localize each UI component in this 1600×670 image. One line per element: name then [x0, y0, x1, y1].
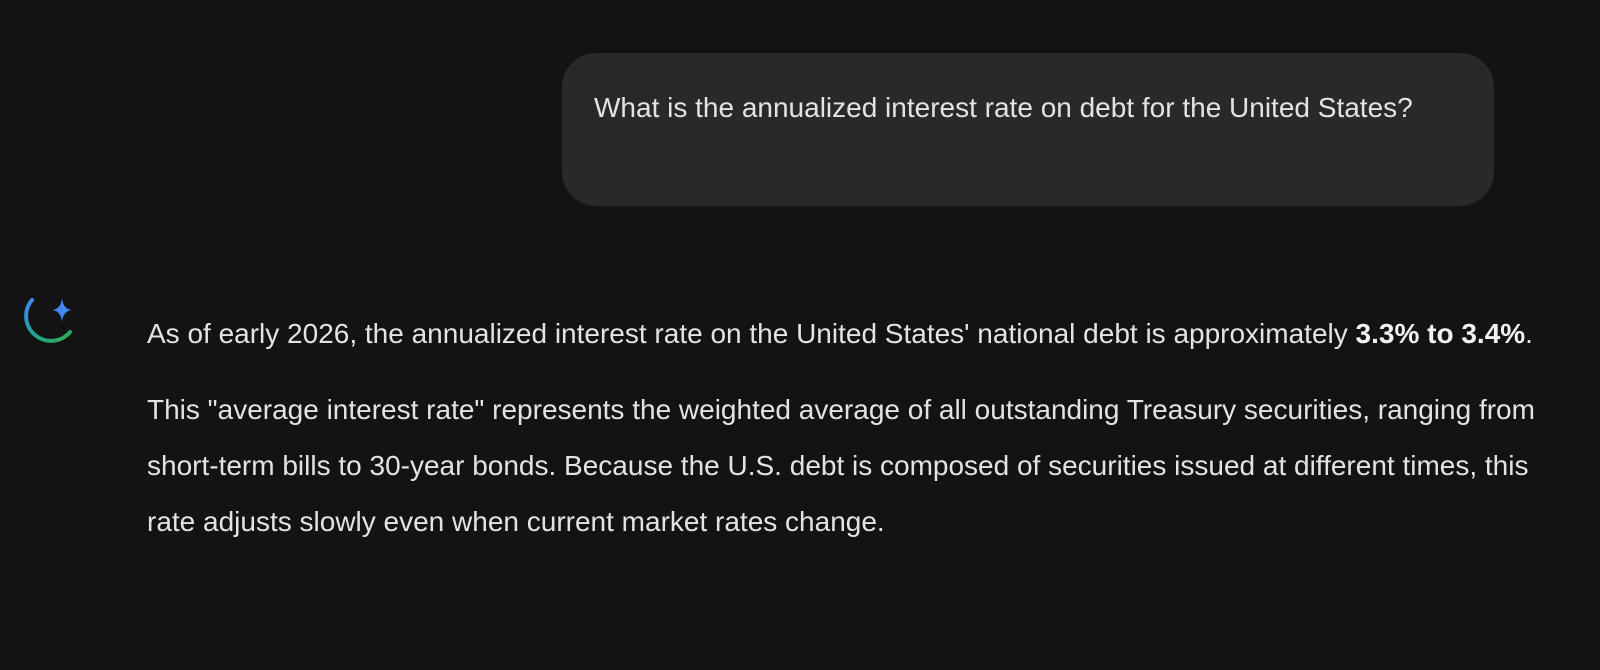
- highlighted-rate: 3.3% to 3.4%: [1355, 318, 1526, 349]
- assistant-response: As of early 2026, the annualized interes…: [147, 306, 1577, 550]
- user-message-bubble: What is the annualized interest rate on …: [562, 53, 1494, 206]
- gemini-sparkle-icon: [22, 292, 80, 350]
- response-text: As of early 2026, the annualized interes…: [147, 318, 1356, 349]
- response-paragraph: As of early 2026, the annualized interes…: [147, 306, 1577, 362]
- response-paragraph-explanation: This "average interest rate" represents …: [147, 394, 1535, 537]
- response-text-end: .: [1525, 318, 1533, 349]
- user-message-text: What is the annualized interest rate on …: [594, 92, 1413, 123]
